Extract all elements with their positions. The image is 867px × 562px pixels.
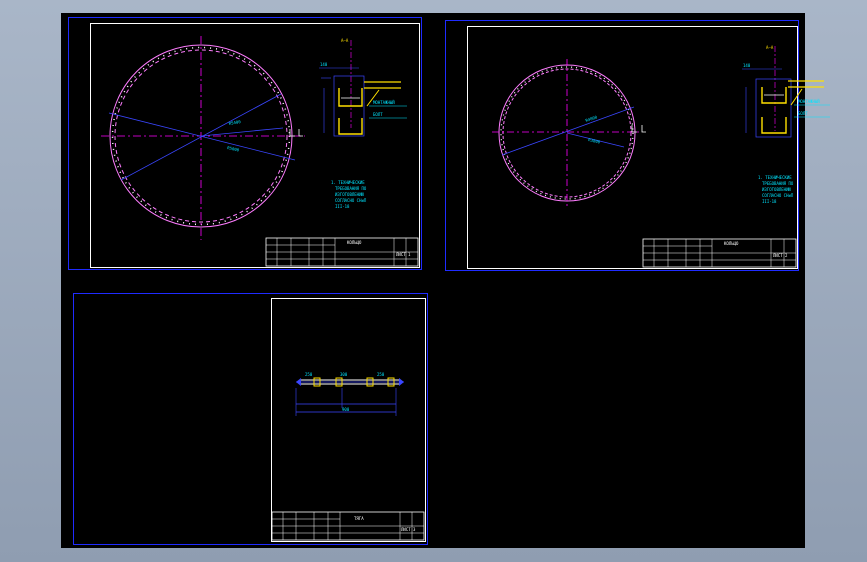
- svg-text:МОНТАЖНЫЙ: МОНТАЖНЫЙ: [373, 100, 395, 105]
- svg-text:КОЛЬЦО: КОЛЬЦО: [724, 241, 739, 246]
- sheet-1-graphics: R5400 R5000 A—A 140 МОНТАЖНЫЙ БОЛТ 1. ТЕ…: [101, 36, 419, 267]
- section-detail-2: A—A 140 МОНТАЖНЫЙ БОЛТ: [742, 45, 830, 138]
- ring-edge-marker-1b: [298, 129, 303, 137]
- drawing-sheet-1[interactable]: R5400 R5000 A—A 140 МОНТАЖНЫЙ БОЛТ 1. ТЕ…: [68, 17, 422, 270]
- svg-text:ТРЕБОВАНИЯ ПО: ТРЕБОВАНИЯ ПО: [762, 181, 794, 186]
- svg-text:III-18: III-18: [762, 199, 777, 204]
- section-label-2: A—A: [766, 45, 774, 50]
- svg-text:R5400: R5400: [228, 119, 241, 126]
- ring-edge-marker-1: [289, 129, 295, 137]
- svg-text:КОЛЬЦО: КОЛЬЦО: [347, 240, 362, 245]
- svg-text:1. ТЕХНИЧЕСКИЕ: 1. ТЕХНИЧЕСКИЕ: [758, 175, 792, 180]
- svg-text:1. ТЕХНИЧЕСКИЕ: 1. ТЕХНИЧЕСКИЕ: [331, 180, 365, 185]
- svg-text:БОЛТ: БОЛТ: [798, 111, 808, 116]
- svg-text:ЛИСТ 1: ЛИСТ 1: [396, 252, 411, 257]
- radius-dimension-line-1c: [200, 127, 284, 137]
- svg-text:ЛИСТ 2: ЛИСТ 2: [773, 253, 788, 258]
- drawing-sheet-3[interactable]: 250 300 250 900 ТЯГА ЛИСТ 3: [73, 293, 428, 545]
- section-detail-1: A—A 140 МОНТАЖНЫЙ БОЛТ: [319, 38, 407, 137]
- svg-text:R4000: R4000: [585, 114, 599, 123]
- svg-text:ЛИСТ 3: ЛИСТ 3: [401, 527, 416, 532]
- svg-text:140: 140: [320, 62, 328, 67]
- drawing-sheet-2[interactable]: R4000 R3800 A—A 140 МОНТАЖНЫЙ БОЛТ 1. ТЕ…: [445, 20, 830, 271]
- svg-text:300: 300: [340, 372, 348, 377]
- svg-text:СОГЛАСНО СНиП: СОГЛАСНО СНиП: [762, 193, 794, 198]
- svg-text:R5000: R5000: [227, 145, 240, 153]
- title-block-3: ТЯГА ЛИСТ 3: [271, 511, 425, 541]
- svg-text:ТРЕБОВАНИЯ ПО: ТРЕБОВАНИЯ ПО: [335, 186, 367, 191]
- drawing-canvas[interactable]: R5400 R5000 A—A 140 МОНТАЖНЫЙ БОЛТ 1. ТЕ…: [61, 13, 830, 548]
- svg-text:СОГЛАСНО СНиП: СОГЛАСНО СНиП: [335, 198, 367, 203]
- section-label-1: A—A: [341, 38, 349, 43]
- svg-text:МОНТАЖНЫЙ: МОНТАЖНЫЙ: [798, 99, 820, 104]
- svg-text:ИЗГОТОВЛЕНИЮ: ИЗГОТОВЛЕНИЮ: [762, 187, 791, 192]
- title-block-2: КОЛЬЦО ЛИСТ 2: [642, 238, 797, 268]
- title-block-1: КОЛЬЦО ЛИСТ 1: [265, 237, 419, 267]
- svg-text:ИЗГОТОВЛЕНИЮ: ИЗГОТОВЛЕНИЮ: [335, 192, 364, 197]
- sheet-3-graphics: 250 300 250 900 ТЯГА ЛИСТ 3: [271, 372, 425, 541]
- svg-text:R3800: R3800: [588, 137, 601, 145]
- ring-edge-marker-2b: [641, 125, 646, 133]
- svg-text:140: 140: [743, 63, 751, 68]
- svg-text:ТЯГА: ТЯГА: [354, 516, 364, 521]
- rod-detail: 250 300 250 900: [295, 372, 404, 416]
- radius-dimension-line-2a: [501, 106, 635, 156]
- svg-text:III-18: III-18: [335, 204, 350, 209]
- notes-1: 1. ТЕХНИЧЕСКИЕ ТРЕБОВАНИЯ ПО ИЗГОТОВЛЕНИ…: [331, 180, 367, 209]
- sheet-2-graphics: R4000 R3800 A—A 140 МОНТАЖНЫЙ БОЛТ 1. ТЕ…: [492, 45, 830, 268]
- notes-2: 1. ТЕХНИЧЕСКИЕ ТРЕБОВАНИЯ ПО ИЗГОТОВЛЕНИ…: [758, 175, 794, 204]
- svg-text:250: 250: [377, 372, 385, 377]
- svg-text:900: 900: [342, 407, 350, 412]
- svg-text:250: 250: [305, 372, 313, 377]
- svg-text:БОЛТ: БОЛТ: [373, 112, 383, 117]
